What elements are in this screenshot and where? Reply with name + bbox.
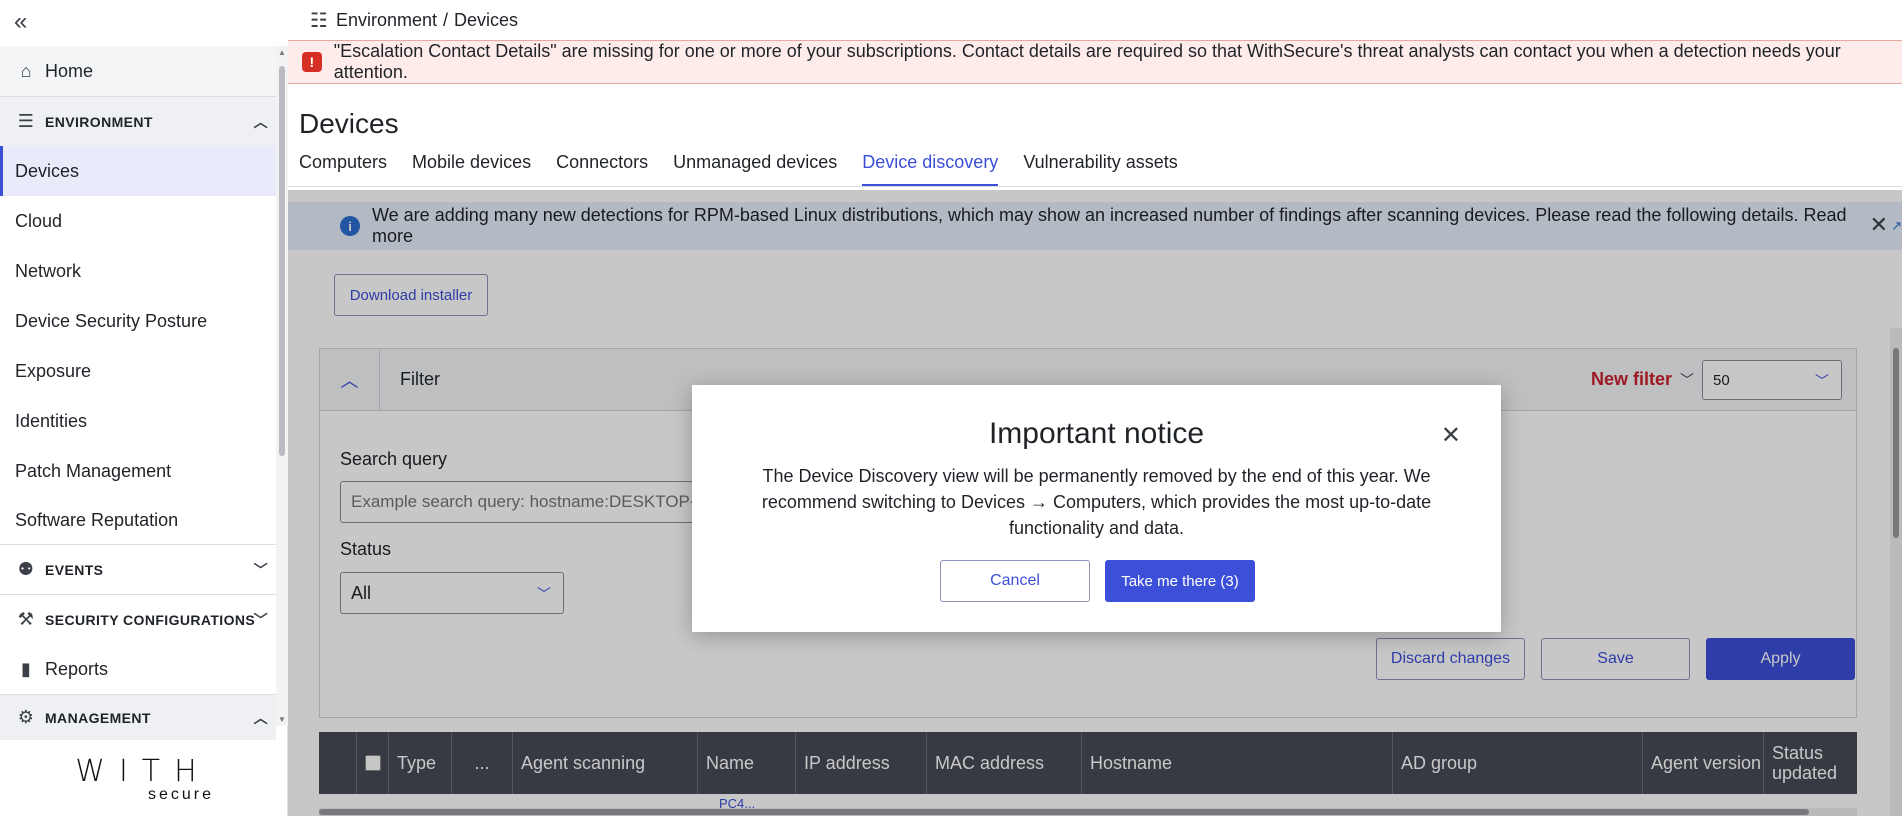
tab-mobile-devices[interactable]: Mobile devices	[412, 152, 531, 186]
collapse-sidebar-icon[interactable]: «	[14, 8, 27, 36]
sidebar-item-cloud[interactable]: Cloud	[0, 196, 276, 246]
sidebar-section-events[interactable]: ⚉ EVENTS ﹀	[0, 544, 276, 594]
sidebar-item-label: Patch Management	[15, 460, 172, 481]
breadcrumb-separator: /	[443, 10, 449, 30]
breadcrumb-environment[interactable]: Environment	[336, 10, 437, 31]
sidebar-item-exposure[interactable]: Exposure	[0, 346, 276, 396]
sidebar-topbar: «	[0, 0, 288, 46]
sidebar-section-security-configurations[interactable]: ⚒ SECURITY CONFIGURATIONS ﹀	[0, 594, 276, 644]
page-title: Devices	[299, 108, 399, 139]
list-icon: ☷	[310, 10, 328, 32]
take-me-there-button[interactable]: Take me there (3)	[1105, 560, 1255, 602]
sidebar-item-label: Home	[45, 60, 94, 81]
list-icon: ☰	[17, 111, 35, 131]
sidebar-section-environment[interactable]: ☰ ENVIRONMENT ︿	[0, 96, 276, 146]
sidebar-item-network[interactable]: Network	[0, 246, 276, 296]
alert-text: "Escalation Contact Details" are missing…	[333, 41, 1841, 82]
sidebar-item-label: Reports	[45, 658, 109, 679]
chevron-up-icon: ︿	[253, 113, 268, 130]
home-icon: ⌂	[20, 60, 32, 81]
events-icon: ⚉	[17, 559, 35, 579]
breadcrumb: ☷ Environment / Devices	[310, 8, 518, 33]
sidebar: « ⌂ Home ☰ ENVIRONMENT ︿ Devices Cloud N…	[0, 0, 288, 816]
chevron-down-icon: ﹀	[253, 561, 268, 578]
escalation-contact-alert: ! "Escalation Contact Details" are missi…	[288, 40, 1902, 84]
sidebar-item-label: Cloud	[15, 210, 63, 231]
sidebar-item-software-reputation[interactable]: Software Reputation	[0, 496, 276, 544]
dialog-body: The Device Discovery view will be perman…	[761, 466, 1432, 538]
sidebar-nav: ⌂ Home ☰ ENVIRONMENT ︿ Devices Cloud Net…	[0, 46, 276, 740]
scrollbar-thumb[interactable]	[279, 66, 285, 456]
tab-unmanaged-devices[interactable]: Unmanaged devices	[673, 152, 837, 186]
scroll-down-icon[interactable]: ▼	[278, 715, 286, 724]
gear-icon: ⚙	[17, 707, 35, 727]
sidebar-section-label: ENVIRONMENT	[45, 113, 153, 130]
chevron-down-icon: ﹀	[253, 611, 268, 628]
breadcrumb-devices: Devices	[454, 10, 519, 30]
sidebar-item-reports[interactable]: ▮ Reports	[0, 644, 276, 694]
withsecure-logo: WITH secure	[58, 754, 228, 804]
scroll-up-icon[interactable]: ▲	[278, 48, 286, 57]
sidebar-item-identities[interactable]: Identities	[0, 396, 276, 446]
sidebar-item-home[interactable]: ⌂ Home	[0, 46, 276, 96]
logo-text: WITH	[75, 754, 211, 789]
sidebar-item-label: Software Reputation	[15, 509, 179, 530]
tab-connectors[interactable]: Connectors	[556, 152, 648, 186]
sidebar-section-label: SECURITY CONFIGURATIONS	[45, 611, 256, 628]
tab-vulnerability-assets[interactable]: Vulnerability assets	[1023, 152, 1177, 186]
sidebar-item-label: Identities	[15, 410, 88, 431]
tab-device-discovery[interactable]: Device discovery	[862, 152, 999, 186]
close-icon[interactable]: ✕	[1441, 421, 1461, 450]
dialog-title: Important notice	[988, 417, 1205, 450]
sidebar-item-label: Exposure	[15, 360, 92, 381]
sidebar-scrollbar[interactable]: ▲ ▼	[276, 46, 288, 726]
cancel-button[interactable]: Cancel	[940, 560, 1090, 602]
sidebar-section-label: EVENTS	[45, 561, 104, 578]
hammer-icon: ⚒	[17, 609, 35, 629]
sidebar-section-label: MANAGEMENT	[45, 709, 151, 726]
sidebar-item-label: Device Security Posture	[15, 310, 208, 331]
error-icon: !	[302, 52, 322, 72]
tabs-divider	[288, 186, 1902, 187]
sidebar-section-management[interactable]: ⚙ MANAGEMENT ︿	[0, 694, 276, 740]
sidebar-item-label: Devices	[15, 160, 80, 181]
sidebar-item-patch-management[interactable]: Patch Management	[0, 446, 276, 496]
sidebar-item-label: Network	[15, 260, 82, 281]
chevron-up-icon: ︿	[253, 709, 268, 726]
sidebar-item-device-security-posture[interactable]: Device Security Posture	[0, 296, 276, 346]
important-notice-dialog: Important notice ✕ The Device Discovery …	[692, 385, 1501, 632]
sidebar-item-devices[interactable]: Devices	[0, 146, 276, 196]
tab-computers[interactable]: Computers	[299, 152, 387, 186]
device-tabs: Computers Mobile devices Connectors Unma…	[299, 152, 1178, 186]
bar-chart-icon: ▮	[21, 658, 31, 679]
